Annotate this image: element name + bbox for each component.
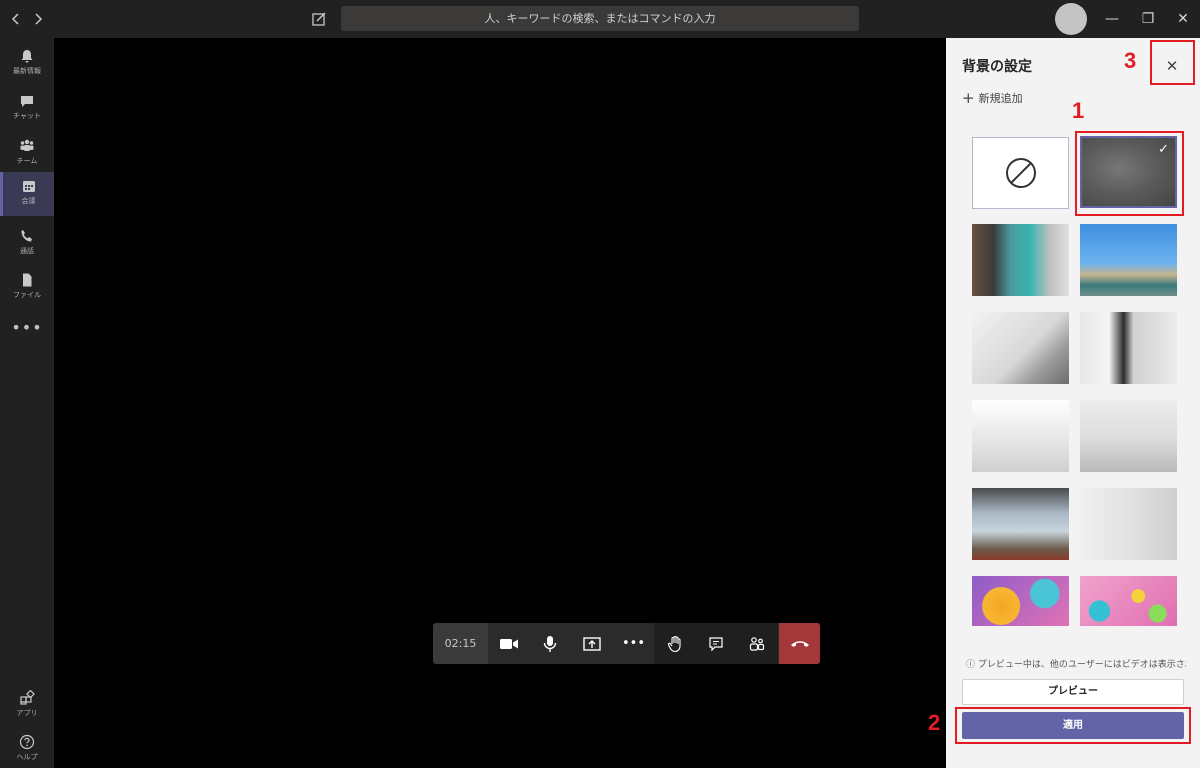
hang-up-icon — [790, 640, 809, 647]
add-new-button[interactable]: + 新規追加 — [962, 89, 1023, 107]
rail-item-label: チーム — [16, 157, 38, 165]
chat-icon — [21, 96, 33, 107]
forward-button[interactable] — [28, 9, 48, 29]
call-controls: 02:15 ••• — [433, 623, 820, 664]
rail-item-chat[interactable]: チャット — [0, 87, 54, 131]
minimize-button[interactable]: — — [1101, 8, 1123, 30]
plus-icon: + — [962, 89, 975, 107]
rail-item-label: アプリ — [16, 709, 38, 717]
file-icon — [23, 273, 32, 287]
rail-item-label: 最新情報 — [13, 67, 41, 75]
background-image-white-room-1[interactable] — [972, 312, 1069, 384]
info-icon: ⓘ — [966, 660, 978, 670]
panel-title: 背景の設定 — [962, 59, 1032, 75]
hang-up-button[interactable] — [779, 623, 820, 664]
help-icon — [19, 734, 35, 750]
rail-item-label: 通話 — [20, 247, 34, 255]
search-input[interactable]: 人、キーワードの検索、またはコマンドの入力 — [341, 6, 859, 31]
background-image-loft[interactable] — [972, 488, 1069, 560]
background-image-balloons-1[interactable] — [972, 576, 1069, 626]
rail-item-label: 会議 — [21, 197, 36, 205]
annotation-number-2: 2 — [928, 710, 941, 735]
rail-item-help[interactable]: ヘルプ — [0, 728, 54, 768]
raise-hand-button[interactable] — [654, 623, 695, 664]
chat-button[interactable] — [695, 623, 736, 664]
rail-item-calls[interactable]: 通話 — [0, 222, 54, 266]
share-screen-button[interactable] — [571, 623, 612, 664]
phone-icon — [21, 230, 32, 242]
close-window-button[interactable]: ✕ — [1172, 8, 1194, 30]
rail-item-label: ヘルプ — [16, 753, 38, 761]
rail-item-meetings[interactable]: 会議 — [0, 172, 54, 216]
no-background-icon — [1005, 158, 1036, 188]
preview-info: ⓘ プレビュー中は、他のユーザーにはビデオは表示されま... — [966, 657, 1186, 670]
calendar-icon — [22, 181, 35, 192]
background-image-white-wall[interactable] — [1080, 488, 1177, 560]
background-image-balloons-2[interactable] — [1080, 576, 1177, 626]
app-rail: 最新情報 チャット チーム 会議 通話 ファイル ••• アプリ ヘルプ — [0, 38, 54, 768]
rail-item-label: ファイル — [13, 291, 41, 299]
microphone-button[interactable] — [529, 623, 570, 664]
compose-icon — [312, 12, 326, 26]
annotation-box-1 — [1075, 131, 1184, 216]
preview-info-text: プレビュー中は、他のユーザーにはビデオは表示されま... — [977, 660, 1186, 670]
microphone-icon — [543, 635, 556, 652]
raise-hand-icon — [667, 635, 681, 652]
title-bar: 人、キーワードの検索、またはコマンドの入力 — ❐ ✕ — [0, 0, 1200, 38]
rail-item-label: チャット — [13, 112, 41, 120]
rail-item-teams[interactable]: チーム — [0, 132, 54, 176]
rail-item-files[interactable]: ファイル — [0, 266, 54, 310]
background-image-office[interactable] — [972, 224, 1069, 296]
participants-button[interactable] — [736, 623, 777, 664]
call-secondary-group — [654, 623, 778, 664]
teams-icon — [20, 139, 34, 151]
avatar[interactable] — [1055, 3, 1087, 35]
share-screen-icon — [582, 636, 601, 651]
participants-icon — [749, 636, 764, 651]
annotation-number-3: 3 — [1124, 48, 1137, 73]
rail-item-apps[interactable]: アプリ — [0, 684, 54, 728]
background-none-option[interactable] — [972, 137, 1069, 209]
chat-bubble-icon — [708, 636, 723, 651]
background-image-white-room-4[interactable] — [1080, 400, 1177, 472]
apps-icon — [20, 690, 35, 705]
more-apps-button[interactable]: ••• — [0, 318, 54, 337]
restore-button[interactable]: ❐ — [1137, 8, 1159, 30]
background-image-beach[interactable] — [1080, 224, 1177, 296]
annotation-box-2 — [955, 707, 1191, 744]
teams-window: 人、キーワードの検索、またはコマンドの入力 — ❐ ✕ 最新情報 チャット チー… — [0, 0, 1200, 768]
background-image-white-room-2[interactable] — [1080, 312, 1177, 384]
more-actions-button[interactable]: ••• — [613, 623, 654, 664]
compose-button[interactable] — [309, 9, 329, 29]
back-button[interactable] — [6, 9, 26, 29]
add-new-label: 新規追加 — [978, 92, 1023, 105]
bell-icon — [21, 50, 33, 63]
call-timer: 02:15 — [433, 623, 488, 664]
camera-button[interactable] — [488, 623, 529, 664]
chevron-right-icon — [35, 13, 43, 25]
preview-button[interactable]: プレビュー — [962, 679, 1184, 705]
rail-item-activity[interactable]: 最新情報 — [0, 42, 54, 86]
annotation-number-1: 1 — [1072, 98, 1085, 123]
annotation-box-3 — [1150, 40, 1195, 85]
background-image-white-room-3[interactable] — [972, 400, 1069, 472]
video-camera-icon — [499, 638, 518, 649]
chevron-left-icon — [11, 13, 19, 25]
